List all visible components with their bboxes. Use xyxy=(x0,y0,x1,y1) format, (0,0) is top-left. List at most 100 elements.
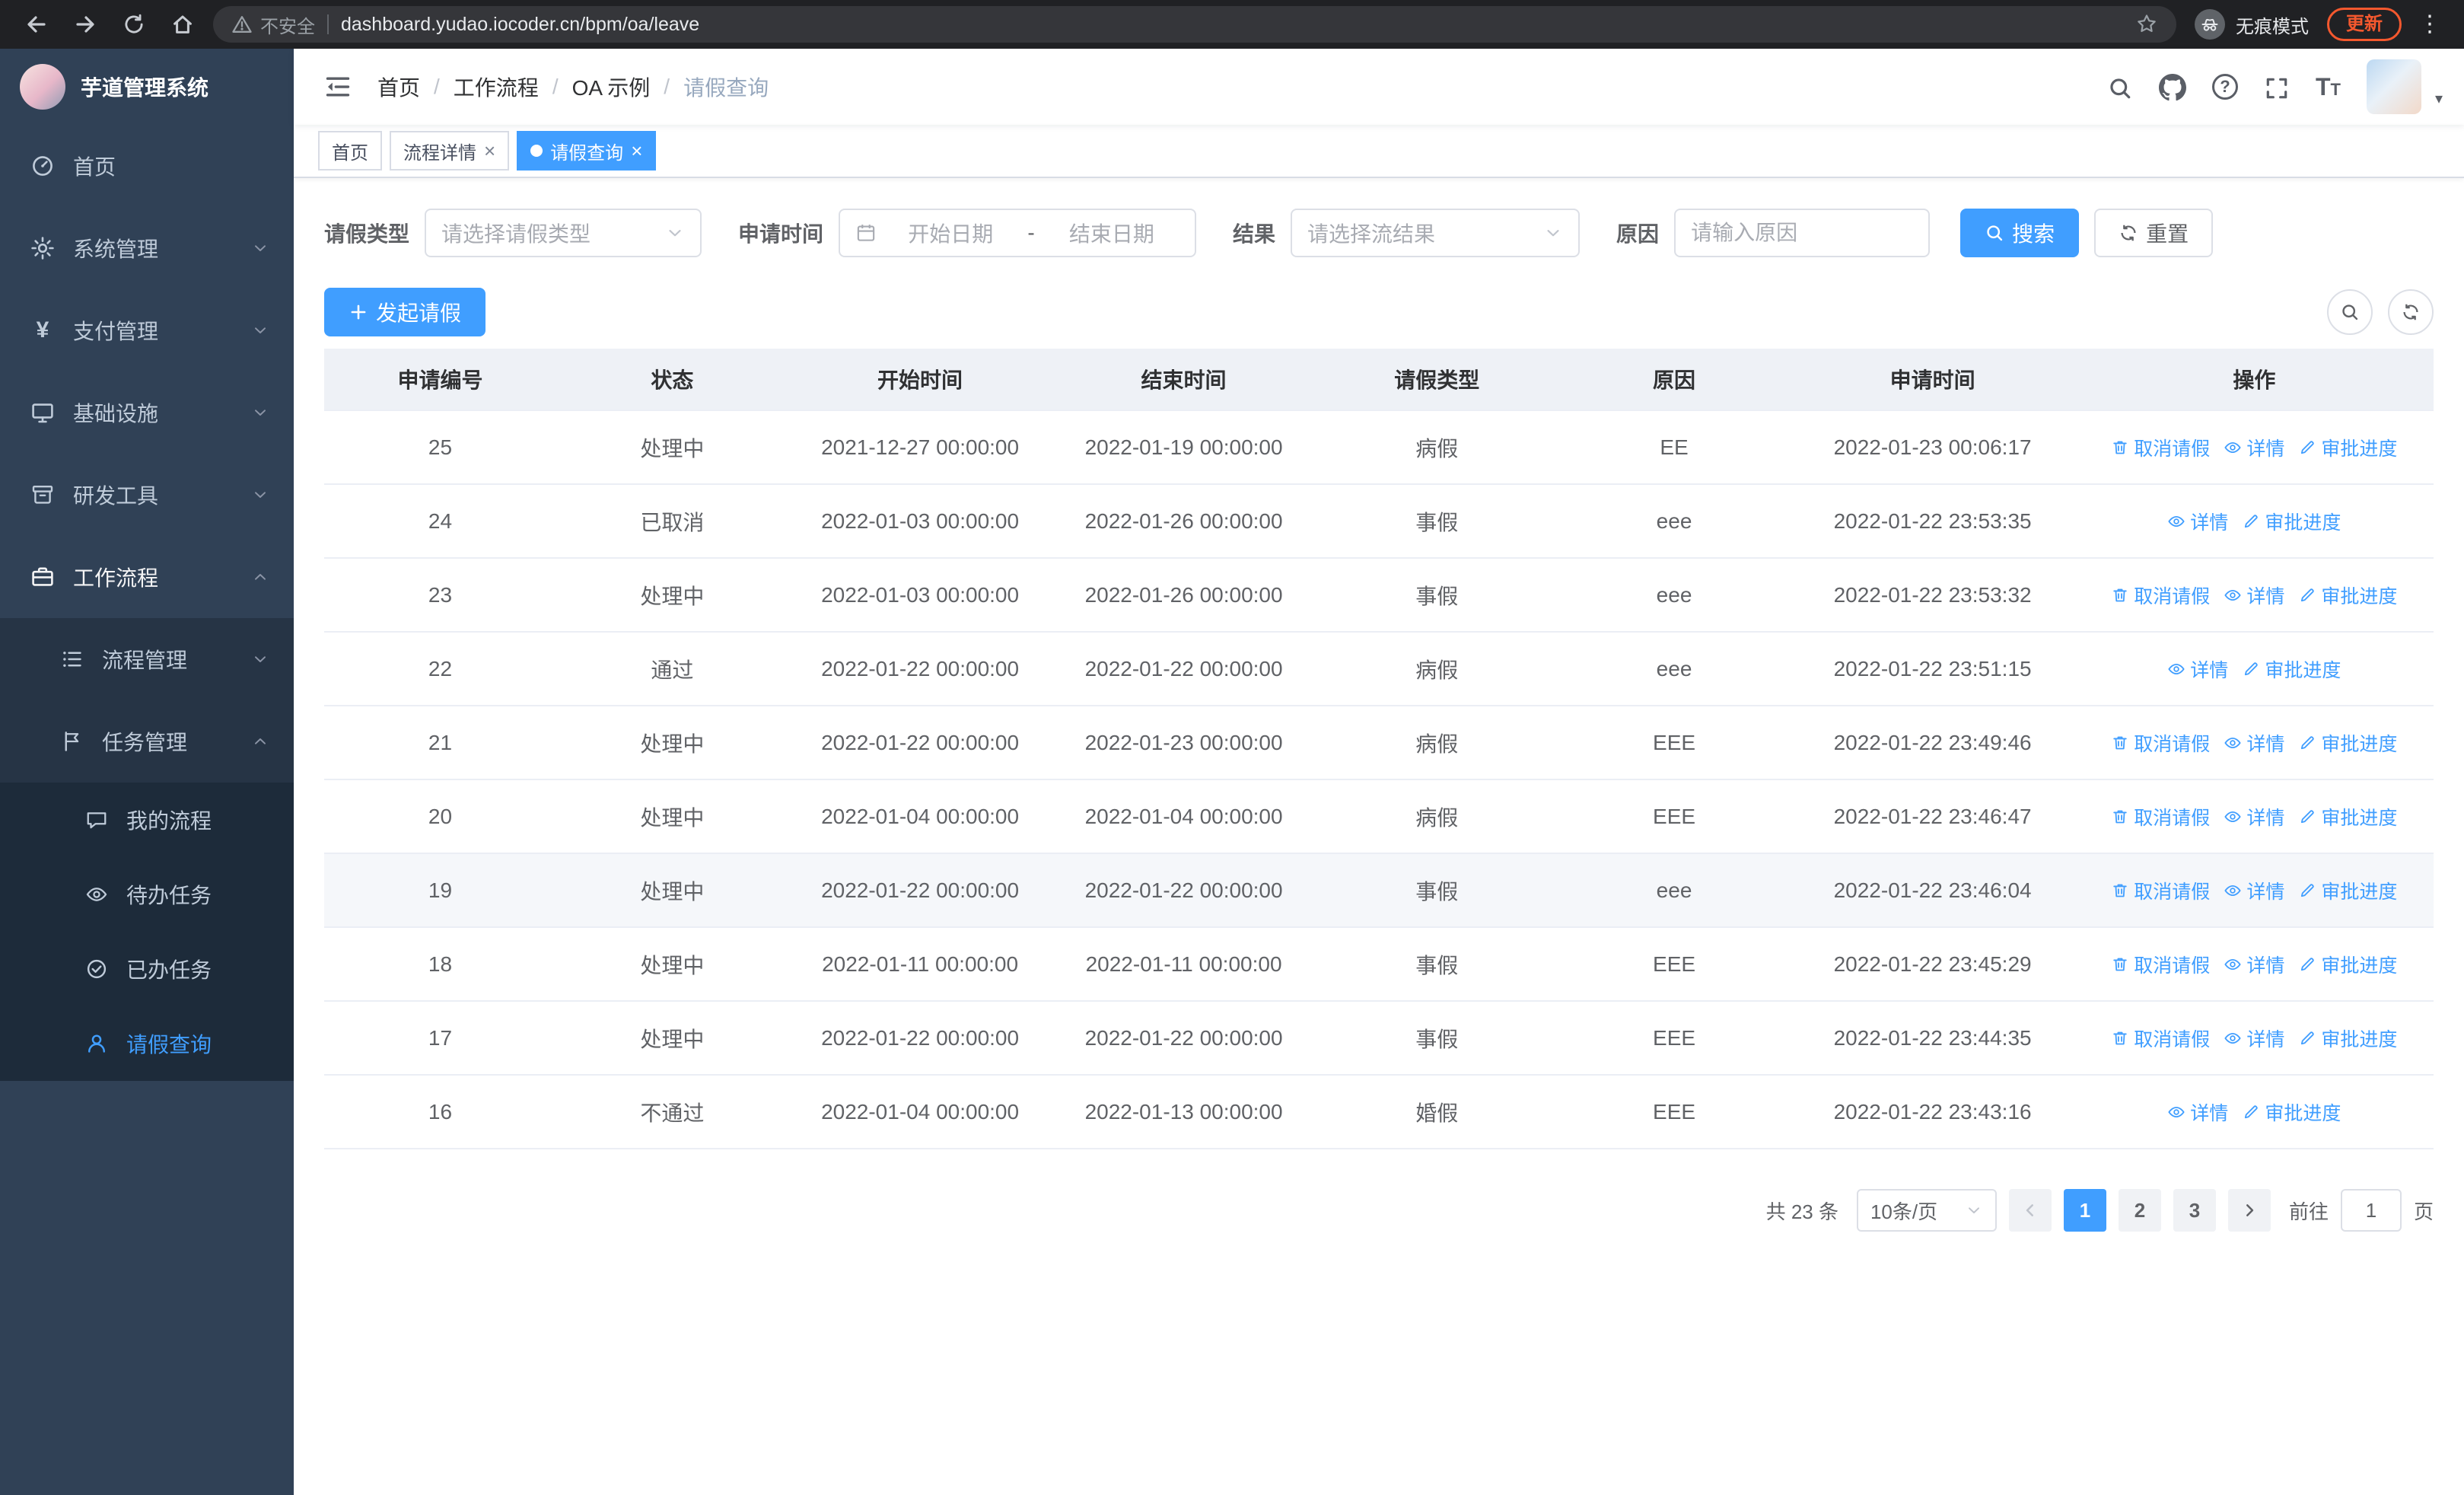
header-search-icon[interactable] xyxy=(2107,72,2133,101)
detail-link[interactable]: 详情 xyxy=(2224,1025,2284,1052)
approval-progress-link[interactable]: 审批进度 xyxy=(2298,803,2397,830)
detail-link[interactable]: 详情 xyxy=(2224,951,2284,978)
security-chip[interactable]: 不安全 xyxy=(231,11,315,38)
prev-page-button[interactable] xyxy=(2008,1189,2052,1232)
sidebar-item-task-mgmt[interactable]: 任务管理 xyxy=(0,700,294,783)
sidebar-item-leave-query[interactable]: 请假查询 xyxy=(0,1006,294,1081)
sidebar-item-done-tasks[interactable]: 已办任务 xyxy=(0,932,294,1006)
tab-process-detail[interactable]: 流程详情 × xyxy=(390,131,510,171)
plus-icon xyxy=(349,302,368,322)
monitor-icon xyxy=(30,400,55,425)
leave-type-label: 请假类型 xyxy=(324,222,410,246)
sidebar-item-payment[interactable]: ¥ 支付管理 xyxy=(0,289,294,371)
search-button[interactable]: 搜索 xyxy=(1960,209,2080,257)
tab-home[interactable]: 首页 xyxy=(318,131,382,171)
detail-link[interactable]: 详情 xyxy=(2224,729,2284,757)
sidebar-item-process-mgmt[interactable]: 流程管理 xyxy=(0,618,294,700)
detail-link[interactable]: 详情 xyxy=(2224,877,2284,904)
close-icon[interactable]: × xyxy=(631,141,642,161)
close-icon[interactable]: × xyxy=(484,141,495,161)
range-separator: - xyxy=(1027,221,1035,244)
page-size-select[interactable]: 10条/页 xyxy=(1856,1189,1997,1232)
reason-input[interactable] xyxy=(1676,210,1929,256)
chevron-down-icon xyxy=(1543,223,1563,243)
toggle-search-button[interactable] xyxy=(2327,289,2373,335)
approval-progress-link[interactable]: 审批进度 xyxy=(2242,655,2341,683)
detail-link[interactable]: 详情 xyxy=(2167,508,2228,535)
list-icon xyxy=(61,648,84,671)
edit-icon xyxy=(2298,734,2316,752)
next-page-button[interactable] xyxy=(2227,1189,2271,1232)
approval-progress-link[interactable]: 审批进度 xyxy=(2298,582,2397,609)
refresh-table-button[interactable] xyxy=(2388,289,2434,335)
approval-progress-link[interactable]: 审批进度 xyxy=(2298,877,2397,904)
cancel-leave-link[interactable]: 取消请假 xyxy=(2111,803,2210,830)
help-icon[interactable]: ? xyxy=(2211,74,2238,100)
github-icon[interactable] xyxy=(2159,72,2186,102)
breadcrumb-oa-example[interactable]: OA 示例 xyxy=(572,72,651,102)
sidebar-item-infra[interactable]: 基础设施 xyxy=(0,371,294,454)
trash-icon xyxy=(2111,438,2129,457)
cancel-leave-link[interactable]: 取消请假 xyxy=(2111,729,2210,757)
start-date-placeholder: 开始日期 xyxy=(908,222,994,246)
edit-icon xyxy=(2298,808,2316,826)
page-button-2[interactable]: 2 xyxy=(2118,1189,2161,1232)
approval-progress-link[interactable]: 审批进度 xyxy=(2242,508,2341,535)
browser-back-button[interactable] xyxy=(18,6,55,43)
leave-type-select[interactable]: 请选择请假类型 xyxy=(425,209,702,257)
cancel-leave-link[interactable]: 取消请假 xyxy=(2111,951,2210,978)
caret-down-icon[interactable]: ▾ xyxy=(2435,89,2443,114)
breadcrumb-home[interactable]: 首页 xyxy=(377,72,420,102)
browser-home-button[interactable] xyxy=(164,6,201,43)
page-button-1[interactable]: 1 xyxy=(2063,1189,2106,1232)
sidebar-item-my-processes[interactable]: 我的流程 xyxy=(0,783,294,857)
bookmark-star-icon[interactable] xyxy=(2135,13,2158,36)
chrome-update-button[interactable]: 更新 xyxy=(2327,8,2402,41)
table-row: 23 处理中 2022-01-03 00:00:00 2022-01-26 00… xyxy=(324,559,2434,633)
detail-link[interactable]: 详情 xyxy=(2167,655,2228,683)
search-icon xyxy=(1985,223,2004,243)
result-select[interactable]: 请选择流结果 xyxy=(1291,209,1581,257)
approval-progress-link[interactable]: 审批进度 xyxy=(2298,729,2397,757)
create-leave-button[interactable]: 发起请假 xyxy=(324,288,486,336)
detail-link[interactable]: 详情 xyxy=(2167,1098,2228,1126)
address-bar[interactable]: 不安全 dashboard.yudao.iocoder.cn/bpm/oa/le… xyxy=(213,6,2176,43)
approval-progress-link[interactable]: 审批进度 xyxy=(2242,1098,2341,1126)
cancel-leave-link[interactable]: 取消请假 xyxy=(2111,877,2210,904)
navbar-actions: ? TT ▾ xyxy=(2107,59,2443,114)
incognito-icon xyxy=(2195,9,2225,40)
fullscreen-icon[interactable] xyxy=(2264,72,2290,101)
warning-icon xyxy=(231,14,253,35)
goto-page-input[interactable] xyxy=(2340,1189,2402,1232)
chevron-down-icon xyxy=(251,403,269,422)
approval-progress-link[interactable]: 审批进度 xyxy=(2298,951,2397,978)
chevron-down-icon xyxy=(251,650,269,668)
font-size-icon[interactable]: TT xyxy=(2316,73,2341,101)
sidebar-item-todo-tasks[interactable]: 待办任务 xyxy=(0,857,294,932)
tab-leave-query[interactable]: 请假查询 × xyxy=(517,131,657,171)
user-avatar[interactable] xyxy=(2366,59,2421,114)
browser-reload-button[interactable] xyxy=(116,6,152,43)
sidebar-item-home[interactable]: 首页 xyxy=(0,125,294,207)
main-content: 首页 / 工作流程 / OA 示例 / 请假查询 ? TT ▾ 首页 流程详情 … xyxy=(294,49,2464,1495)
apply-time-range-picker[interactable]: 开始日期 - 结束日期 xyxy=(839,209,1197,257)
page-button-3[interactable]: 3 xyxy=(2173,1189,2216,1232)
cancel-leave-link[interactable]: 取消请假 xyxy=(2111,582,2210,609)
sidebar-item-workflow[interactable]: 工作流程 xyxy=(0,536,294,618)
detail-link[interactable]: 详情 xyxy=(2224,803,2284,830)
chrome-menu-icon[interactable]: ⋮ xyxy=(2414,13,2446,36)
cancel-leave-link[interactable]: 取消请假 xyxy=(2111,1025,2210,1052)
approval-progress-link[interactable]: 审批进度 xyxy=(2298,434,2397,461)
sidebar-item-devtools[interactable]: 研发工具 xyxy=(0,454,294,536)
reset-button[interactable]: 重置 xyxy=(2094,209,2214,257)
chevron-up-icon xyxy=(251,732,269,751)
detail-link[interactable]: 详情 xyxy=(2224,582,2284,609)
cancel-leave-link[interactable]: 取消请假 xyxy=(2111,434,2210,461)
sidebar-item-system[interactable]: 系统管理 xyxy=(0,207,294,289)
breadcrumb-workflow[interactable]: 工作流程 xyxy=(454,72,539,102)
app-logo[interactable]: 芋道管理系统 xyxy=(0,49,294,125)
detail-link[interactable]: 详情 xyxy=(2224,434,2284,461)
browser-forward-button[interactable] xyxy=(67,6,103,43)
approval-progress-link[interactable]: 审批进度 xyxy=(2298,1025,2397,1052)
sidebar-fold-button[interactable] xyxy=(317,73,359,100)
